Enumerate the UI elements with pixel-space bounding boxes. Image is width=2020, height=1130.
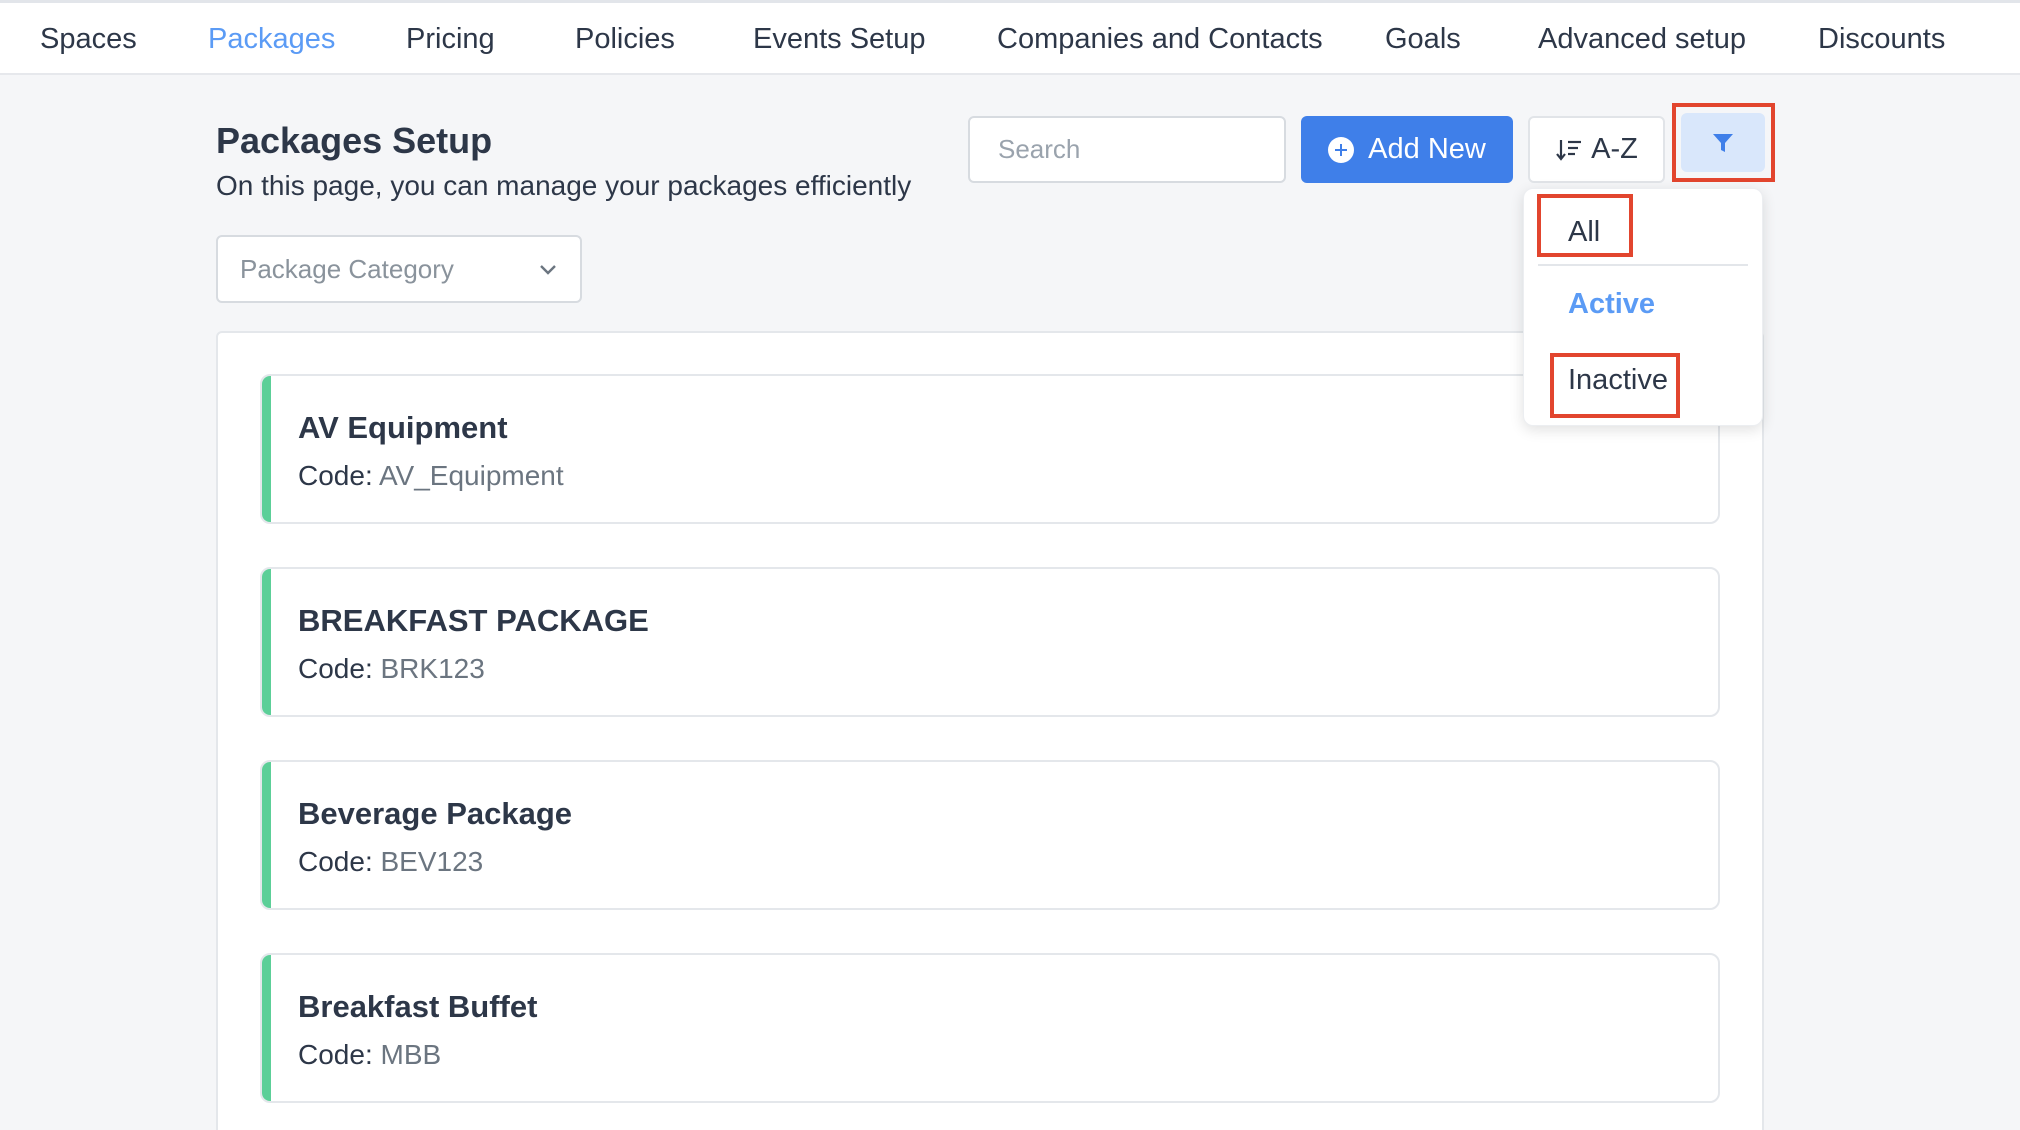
package-category-placeholder: Package Category bbox=[240, 253, 454, 284]
page-subtitle: On this page, you can manage your packag… bbox=[216, 170, 912, 201]
card-accent-bar bbox=[262, 955, 271, 1101]
package-name: BREAKFAST PACKAGE bbox=[298, 603, 649, 638]
filter-option-active[interactable]: Active bbox=[1568, 288, 1655, 321]
package-card[interactable]: Beverage Package Code: BEV123 bbox=[260, 760, 1720, 910]
filter-button-highlight bbox=[1672, 103, 1775, 182]
nav-item-pricing[interactable]: Pricing bbox=[406, 23, 495, 56]
package-code: Code: MBB bbox=[298, 1039, 441, 1071]
package-category-select[interactable]: Package Category bbox=[216, 235, 582, 303]
package-code: Code: BEV123 bbox=[298, 846, 483, 878]
code-label: Code: bbox=[298, 653, 373, 684]
card-accent-bar bbox=[262, 376, 271, 522]
code-label: Code: bbox=[298, 1039, 373, 1070]
nav-item-companies-and-contacts[interactable]: Companies and Contacts bbox=[997, 23, 1323, 56]
nav-item-discounts[interactable]: Discounts bbox=[1818, 23, 1945, 56]
package-card[interactable]: AV Equipment Code: AV_Equipment bbox=[260, 374, 1720, 524]
nav-item-packages[interactable]: Packages bbox=[208, 23, 335, 56]
package-card[interactable]: BREAKFAST PACKAGE Code: BRK123 bbox=[260, 567, 1720, 717]
add-new-button[interactable]: Add New bbox=[1301, 116, 1513, 183]
dropdown-divider bbox=[1538, 264, 1748, 266]
all-option-highlight bbox=[1537, 194, 1633, 257]
sort-icon bbox=[1556, 139, 1582, 161]
card-accent-bar bbox=[262, 762, 271, 908]
nav-item-events-setup[interactable]: Events Setup bbox=[753, 23, 926, 56]
sort-button[interactable]: A-Z bbox=[1528, 116, 1665, 183]
nav-item-spaces[interactable]: Spaces bbox=[40, 23, 137, 56]
code-value: AV_Equipment bbox=[378, 460, 564, 491]
sort-label: A-Z bbox=[1591, 133, 1638, 165]
nav-item-advanced-setup[interactable]: Advanced setup bbox=[1538, 23, 1746, 56]
plus-circle-icon bbox=[1328, 136, 1355, 163]
search-input[interactable] bbox=[968, 116, 1286, 183]
nav-item-policies[interactable]: Policies bbox=[575, 23, 675, 56]
package-card[interactable]: Breakfast Buffet Code: MBB bbox=[260, 953, 1720, 1103]
package-code: Code: BRK123 bbox=[298, 653, 485, 685]
code-value: BEV123 bbox=[380, 846, 484, 877]
chevron-down-icon bbox=[540, 265, 556, 275]
code-label: Code: bbox=[298, 846, 373, 877]
code-label: Code: bbox=[298, 460, 373, 491]
top-nav: Spaces Packages Pricing Policies Events … bbox=[0, 0, 2020, 75]
page-title: Packages Setup bbox=[216, 120, 493, 161]
nav-item-goals[interactable]: Goals bbox=[1385, 23, 1461, 56]
code-value: BRK123 bbox=[380, 653, 485, 684]
package-code: Code: AV_Equipment bbox=[298, 460, 564, 492]
package-name: Beverage Package bbox=[298, 796, 573, 831]
code-value: MBB bbox=[380, 1039, 442, 1070]
package-name: Breakfast Buffet bbox=[298, 989, 538, 1024]
add-new-label: Add New bbox=[1368, 133, 1486, 165]
inactive-option-highlight bbox=[1550, 353, 1680, 418]
card-accent-bar bbox=[262, 569, 271, 715]
package-name: AV Equipment bbox=[298, 410, 508, 445]
